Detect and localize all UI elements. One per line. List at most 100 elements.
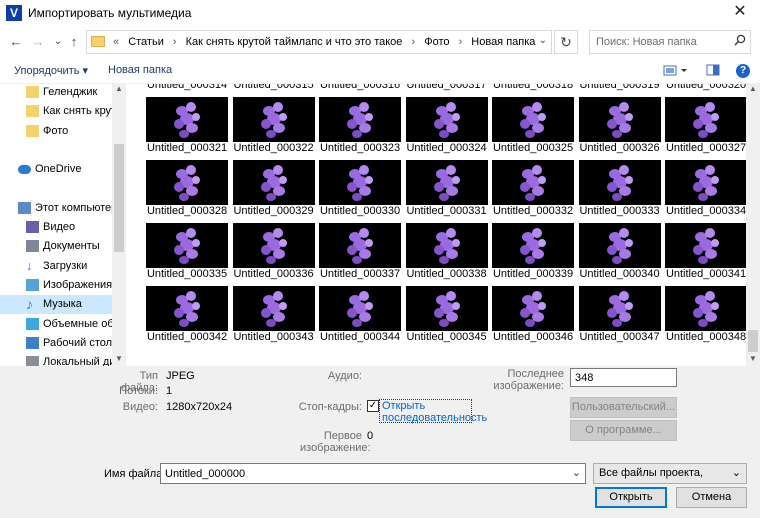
file-item[interactable]: Untitled_000319 xyxy=(577,84,663,96)
image-thumbnail xyxy=(578,160,661,205)
custom-button[interactable]: Пользовательский... xyxy=(570,397,677,418)
file-type-filter[interactable]: Все файлы проекта, включая ⌄ xyxy=(593,463,747,498)
file-item[interactable]: Untitled_000333 xyxy=(577,160,663,222)
breadcrumb-separator[interactable]: › xyxy=(173,36,177,48)
file-list-scroll-thumb[interactable] xyxy=(748,330,758,352)
filename-value: Untitled_000000 xyxy=(165,468,246,480)
file-list-scrollbar[interactable]: ▲ ▼ xyxy=(746,84,760,366)
view-options-icon[interactable] xyxy=(663,63,689,80)
scroll-down-icon[interactable]: ▼ xyxy=(749,354,757,363)
sidebar-item[interactable]: ↓ Загрузки xyxy=(0,257,112,276)
scroll-down-icon[interactable]: ▼ xyxy=(115,354,123,363)
sidebar-item[interactable]: Документы xyxy=(0,237,112,256)
image-thumbnail xyxy=(492,223,574,268)
sidebar-scroll-thumb[interactable] xyxy=(114,144,124,252)
last-image-field[interactable]: 348 xyxy=(570,368,677,387)
back-arrow-icon[interactable]: ← xyxy=(8,33,24,51)
file-item[interactable]: Untitled_000327 xyxy=(663,97,746,159)
file-item[interactable]: Untitled_000330 xyxy=(317,160,403,222)
address-bar[interactable]: « Статьи › Как снять крутой таймлапс и ч… xyxy=(86,30,552,54)
file-item[interactable]: Untitled_000340 xyxy=(577,223,663,285)
recent-locations-chevron-icon[interactable]: ⌄ xyxy=(50,33,66,51)
file-item[interactable]: Untitled_000315 xyxy=(231,84,317,96)
file-list: Untitled_000314 Untitled_000315 Untitled_0… xyxy=(128,84,746,366)
file-item[interactable]: Untitled_000326 xyxy=(577,97,663,159)
file-item[interactable]: Untitled_000323 xyxy=(317,97,403,159)
sidebar-item[interactable]: Рабочий стол xyxy=(0,334,112,353)
close-icon[interactable]: ✕ xyxy=(720,0,760,26)
sidebar-item[interactable]: Как снять круто xyxy=(0,102,112,121)
up-arrow-icon[interactable]: ↑ xyxy=(66,33,82,51)
forward-arrow-icon[interactable]: → xyxy=(30,33,46,51)
sidebar-item[interactable]: Этот компьютер xyxy=(0,199,112,218)
file-item[interactable]: Untitled_000321 xyxy=(144,97,230,159)
breadcrumb-item[interactable]: Как снять крутой таймлапс и что это тако… xyxy=(186,36,403,48)
file-item[interactable]: Untitled_000325 xyxy=(490,97,576,159)
media-properties-panel: Тип файла: JPEG Потоки: 1 Видео: 1280x72… xyxy=(0,366,760,460)
open-button[interactable]: Открыть xyxy=(595,487,667,508)
file-item[interactable]: Untitled_000347 xyxy=(577,286,663,348)
sidebar-item[interactable]: OneDrive xyxy=(0,160,112,179)
file-item[interactable]: Untitled_000346 xyxy=(490,286,576,348)
about-button[interactable]: О программе... xyxy=(570,420,677,441)
file-item[interactable]: Untitled_000334 xyxy=(663,160,746,222)
file-item[interactable]: Untitled_000328 xyxy=(144,160,230,222)
breadcrumb-overflow[interactable]: « xyxy=(113,36,119,48)
help-icon[interactable]: ? xyxy=(736,64,750,78)
file-item[interactable]: Untitled_000343 xyxy=(231,286,317,348)
breadcrumb-item[interactable]: Новая папка xyxy=(471,36,535,48)
new-folder-button[interactable]: Новая папка xyxy=(108,64,172,76)
file-name: Untitled_000341 xyxy=(665,268,746,280)
file-item[interactable]: Untitled_000314 xyxy=(144,84,230,96)
sidebar-item[interactable]: ♪ Музыка xyxy=(0,295,112,315)
file-item[interactable]: Untitled_000339 xyxy=(490,223,576,285)
cancel-button[interactable]: Отмена xyxy=(676,487,747,508)
file-item[interactable]: Untitled_000336 xyxy=(231,223,317,285)
file-item[interactable]: Untitled_000322 xyxy=(231,97,317,159)
file-name: Untitled_000332 xyxy=(492,205,574,217)
preview-pane-icon[interactable] xyxy=(706,63,720,80)
sidebar-item[interactable]: Видео xyxy=(0,218,112,237)
sidebar-scrollbar[interactable]: ▲ ▼ xyxy=(112,84,126,366)
file-item[interactable]: Untitled_000341 xyxy=(663,223,746,285)
file-name: Untitled_000331 xyxy=(406,205,487,217)
breadcrumb-separator[interactable]: › xyxy=(459,36,463,48)
file-item[interactable]: Untitled_000345 xyxy=(404,286,490,348)
file-item[interactable]: Untitled_000331 xyxy=(404,160,490,222)
open-sequence-label[interactable]: Открыть последовательность xyxy=(379,399,487,424)
sidebar-item[interactable]: Геленджик xyxy=(0,84,112,102)
file-item[interactable]: Untitled_000344 xyxy=(317,286,403,348)
search-input[interactable]: Поиск: Новая папка xyxy=(589,30,751,54)
refresh-icon[interactable]: ↻ xyxy=(554,30,578,54)
file-item[interactable]: Untitled_000316 xyxy=(317,84,403,96)
image-thumbnail xyxy=(319,97,401,142)
file-item[interactable]: Untitled_000342 xyxy=(144,286,230,348)
file-name: Untitled_000334 xyxy=(665,205,746,217)
file-item[interactable]: Untitled_000335 xyxy=(144,223,230,285)
scroll-up-icon[interactable]: ▲ xyxy=(115,84,123,93)
file-item[interactable]: Untitled_000337 xyxy=(317,223,403,285)
breadcrumb-item[interactable]: Фото xyxy=(424,36,449,48)
file-item[interactable]: Untitled_000320 xyxy=(663,84,746,96)
breadcrumb-item[interactable]: Статьи xyxy=(128,36,164,48)
file-item[interactable]: Untitled_000332 xyxy=(490,160,576,222)
file-item[interactable]: Untitled_000324 xyxy=(404,97,490,159)
organize-button[interactable]: Упорядочить ▾ xyxy=(14,64,88,77)
file-item[interactable]: Untitled_000338 xyxy=(404,223,490,285)
filename-input[interactable]: Untitled_000000 ⌄ xyxy=(160,463,586,484)
sidebar-item[interactable]: Фото xyxy=(0,122,112,141)
breadcrumb-separator[interactable]: › xyxy=(411,36,415,48)
file-item[interactable]: Untitled_000348 xyxy=(663,286,746,348)
open-sequence-checkbox[interactable]: ✓ xyxy=(367,400,379,412)
filename-dropdown-icon[interactable]: ⌄ xyxy=(572,466,581,479)
sidebar-item[interactable]: Изображения xyxy=(0,276,112,295)
file-item[interactable]: Untitled_000318 xyxy=(490,84,576,96)
file-item[interactable]: Untitled_000329 xyxy=(231,160,317,222)
file-name: Untitled_000315 xyxy=(233,84,314,91)
file-item[interactable]: Untitled_000317 xyxy=(404,84,490,96)
scroll-up-icon[interactable]: ▲ xyxy=(749,84,757,93)
sidebar-item[interactable]: Локальный дис xyxy=(0,353,112,366)
sidebar-item[interactable]: Объемные объ xyxy=(0,315,112,334)
app-icon: V xyxy=(6,5,22,21)
address-dropdown-icon[interactable]: ⌄ xyxy=(539,35,547,46)
